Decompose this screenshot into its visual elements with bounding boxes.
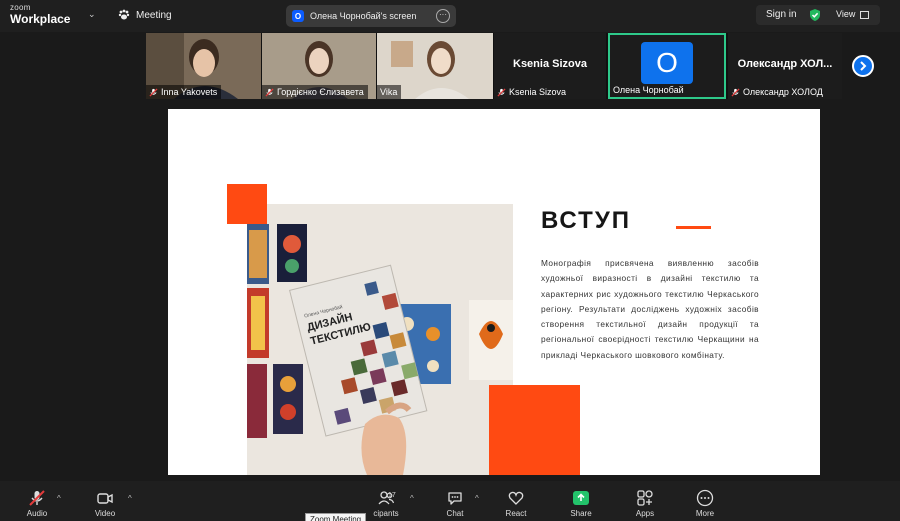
slide-title: ВСТУП xyxy=(541,207,631,234)
chevron-right-icon xyxy=(860,61,867,71)
participant-name: Ksenia Sizova xyxy=(509,87,567,97)
view-button[interactable]: View xyxy=(836,9,855,19)
paw-icon xyxy=(118,9,130,20)
participant-name-tag: Олена Чорнобай xyxy=(610,83,688,97)
chat-button[interactable]: Chat xyxy=(440,489,470,519)
audio-options-caret-icon[interactable]: ^ xyxy=(57,494,61,503)
participant-name: Inna Yakovets xyxy=(161,87,218,97)
mic-muted-icon xyxy=(731,87,740,97)
participant-name-tag: Inna Yakovets xyxy=(146,85,222,99)
shared-screen-slide: Олена Чорнобай ДИЗАЙН ТЕКСТИЛЮ ВСТУП Мон… xyxy=(168,109,820,475)
participant-display-name: Олександр ХОЛ... xyxy=(737,58,833,70)
mic-muted-icon xyxy=(265,87,274,97)
apps-label: Apps xyxy=(635,509,655,518)
participant-name-tag: Гордієнко Єлизавета xyxy=(262,85,368,99)
chevron-down-icon[interactable]: ⌄ xyxy=(88,9,96,20)
participant-tile[interactable]: Inna Yakovets xyxy=(146,33,261,99)
apps-icon xyxy=(637,490,653,506)
apps-button[interactable]: Apps xyxy=(630,489,660,519)
shield-check-icon[interactable] xyxy=(808,8,822,22)
share-button[interactable]: Share xyxy=(566,489,596,519)
share-title: Олена Чорнобай's screen xyxy=(310,11,417,21)
decorative-orange-square xyxy=(227,184,267,224)
book-photo: Олена Чорнобай ДИЗАЙН ТЕКСТИЛЮ xyxy=(247,204,513,475)
participant-name-tag: Ksenia Sizova xyxy=(494,85,570,99)
sharer-avatar: O xyxy=(292,10,304,22)
participant-avatar: O xyxy=(641,42,693,84)
participant-tile[interactable]: Олександр ХОЛ... Олександр ХОЛОД xyxy=(728,33,842,99)
sign-in-button[interactable]: Sign in xyxy=(766,9,797,20)
participants-button[interactable]: cipants xyxy=(366,489,406,519)
logo-line-1: zoom xyxy=(10,3,31,12)
more-button[interactable]: More xyxy=(690,489,720,519)
logo-line-2: Workplace xyxy=(10,12,71,26)
screen-share-indicator[interactable]: O Олена Чорнобай's screen ··· xyxy=(286,5,456,27)
participants-count: 17 xyxy=(388,492,396,499)
share-screen-icon xyxy=(573,491,589,505)
grid-view-icon[interactable] xyxy=(860,11,869,19)
meeting-button[interactable]: Meeting xyxy=(118,9,172,21)
react-button[interactable]: React xyxy=(501,489,531,519)
more-options-icon[interactable]: ··· xyxy=(436,9,450,23)
zoom-window: zoom Workplace ⌄ Meeting O Олена Чорноба… xyxy=(0,0,900,521)
signin-view-group: Sign in View xyxy=(756,5,880,25)
share-label: Share xyxy=(570,509,592,518)
participant-name-tag: Олександр ХОЛОД xyxy=(728,85,827,99)
chat-options-caret-icon[interactable]: ^ xyxy=(475,494,479,503)
mic-muted-icon xyxy=(149,87,158,97)
mic-muted-icon xyxy=(29,490,45,506)
more-dots-icon xyxy=(696,489,714,507)
participants-options-caret-icon[interactable]: ^ xyxy=(410,494,414,503)
react-label: React xyxy=(505,509,527,518)
heart-icon xyxy=(508,491,524,505)
video-options-caret-icon[interactable]: ^ xyxy=(128,494,132,503)
audio-label: Audio xyxy=(26,509,48,518)
zoom-workplace-logo[interactable]: zoom Workplace xyxy=(10,3,71,26)
participant-tile[interactable]: Vika xyxy=(377,33,493,99)
audio-button[interactable]: Audio xyxy=(20,489,54,519)
tooltip: Zoom Meeting xyxy=(305,513,367,521)
participant-name-tag: Vika xyxy=(377,85,402,99)
participant-tile[interactable]: Гордієнко Єлизавета xyxy=(262,33,376,99)
book-photo-illustration: Олена Чорнобай ДИЗАЙН ТЕКСТИЛЮ xyxy=(247,204,513,475)
top-bar: zoom Workplace ⌄ Meeting O Олена Чорноба… xyxy=(0,0,900,32)
participants-label: cipants xyxy=(373,509,399,518)
video-button[interactable]: Video xyxy=(88,489,122,519)
video-camera-icon xyxy=(97,493,113,504)
participant-display-name: Ksenia Sizova xyxy=(513,58,587,70)
video-strip: Inna Yakovets Гордієнко Єлизавета Vika K… xyxy=(146,33,842,99)
next-page-button[interactable] xyxy=(852,55,874,77)
participant-name: Гордієнко Єлизавета xyxy=(277,87,364,97)
participant-name: Олена Чорнобай xyxy=(613,85,684,95)
meeting-controls-toolbar: Audio ^ Video ^ cipants 17 ^ Chat ^ Reac… xyxy=(0,481,900,521)
video-label: Video xyxy=(94,509,116,518)
participant-name: Vika xyxy=(380,87,398,97)
more-label: More xyxy=(695,509,715,518)
participant-tile-active-speaker[interactable]: O Олена Чорнобай xyxy=(608,33,726,99)
slide-body-text: Монографія присвячена виявленню засобів … xyxy=(541,258,759,360)
participant-name: Олександр ХОЛОД xyxy=(743,87,823,97)
mic-muted-icon xyxy=(497,87,506,97)
chat-bubble-icon xyxy=(448,492,462,505)
title-accent-line xyxy=(676,226,711,229)
decorative-orange-square xyxy=(489,385,580,475)
meeting-label: Meeting xyxy=(136,9,172,21)
chat-label: Chat xyxy=(446,509,464,518)
participant-tile[interactable]: Ksenia Sizova Ksenia Sizova xyxy=(494,33,606,99)
